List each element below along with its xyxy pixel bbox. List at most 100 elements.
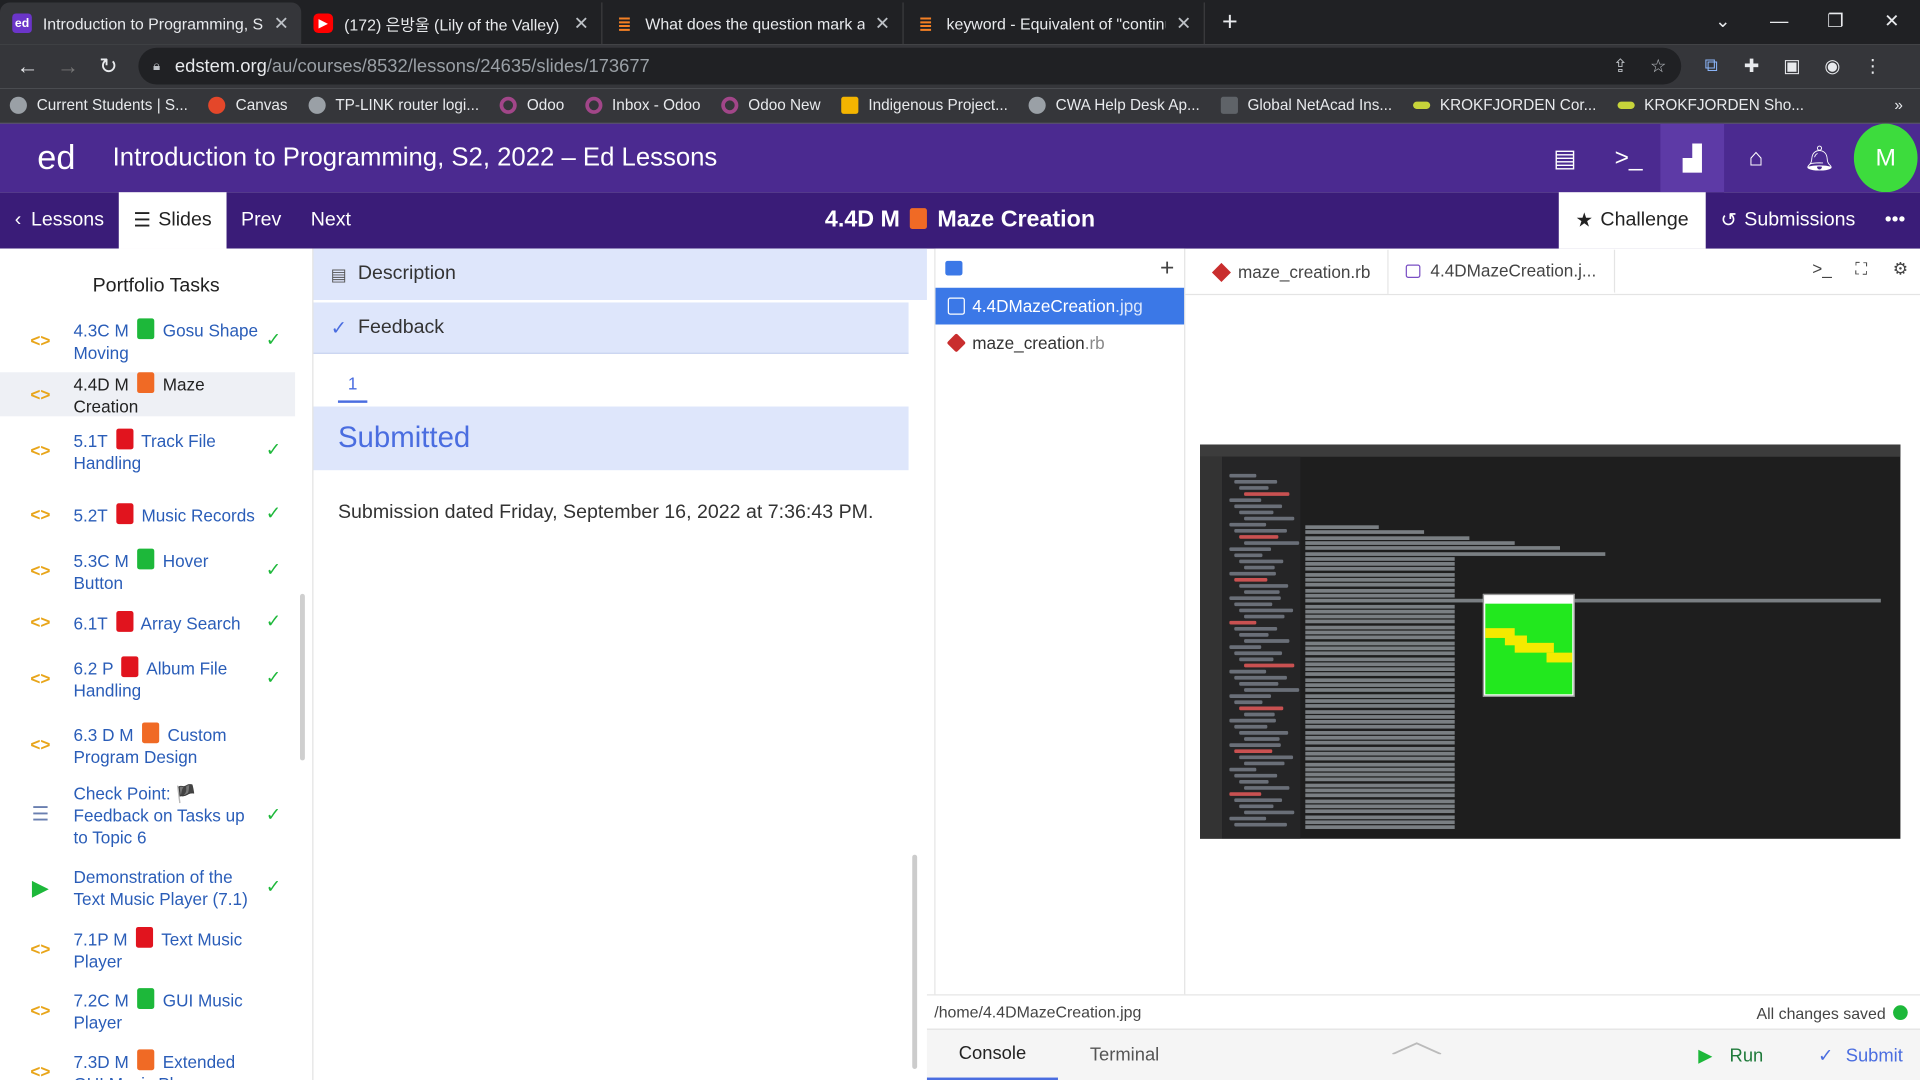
home-icon[interactable]: ⌂ [1724,124,1788,193]
close-tab-icon[interactable]: ✕ [875,12,890,34]
description-section[interactable]: ▤ Description [313,248,927,301]
page-tab[interactable]: 1 [337,373,368,403]
editor-tab-image[interactable]: 4.4DMazeCreation.j... [1388,249,1615,294]
file-item-image[interactable]: 4.4DMazeCreation .jpg [935,287,1185,325]
bookmark-star-icon[interactable]: ☆ [1650,55,1666,77]
sidebar-item[interactable]: <> 7.3D M Extended GUI Music Player [0,1047,295,1080]
share-icon[interactable]: ⇪ [1613,55,1628,77]
sidebar-item[interactable]: <> 7.2C M GUI Music Player [0,986,295,1035]
close-tab-icon[interactable]: ✕ [1176,12,1191,34]
terminal-icon[interactable]: >_ [1802,258,1841,278]
bookmark[interactable]: TP-LINK router logi... [308,96,479,114]
sidebar-item[interactable]: <> 6.3 D M Custom Program Design [0,720,295,769]
browser-tab[interactable]: ≣ What does the question mark at ✕ [602,2,904,45]
back-icon[interactable]: ← [7,53,47,79]
bookmark[interactable]: Indigenous Project... [841,96,1008,114]
file-tree-header: + [936,249,1185,288]
bookmark[interactable]: Global NetAcad Ins... [1220,96,1392,114]
fullscreen-icon[interactable]: ⛶ [1842,258,1881,279]
browser-tab[interactable]: ▶ (172) 은방울 (Lily of the Valley) ✕ [301,2,603,45]
green-book-icon [137,547,155,569]
bookmark[interactable]: Inbox - Odoo [585,96,701,114]
more-options-button[interactable]: ••• [1870,209,1920,231]
bookmarks-overflow-button[interactable]: » [1894,97,1903,114]
sidebar-item[interactable]: <> 5.3C M Hover Button ✓ [0,546,295,595]
panel-scrollbar[interactable] [912,854,918,1069]
sidebar-item[interactable]: <> 6.2 P Album File Handling ✓ [0,654,295,703]
run-button[interactable]: ▶ Run [1698,1030,1763,1080]
lessons-button[interactable]: ‹ Lessons [0,192,119,248]
bookmark[interactable]: Odoo [499,96,564,114]
add-file-icon[interactable]: + [1160,254,1174,282]
sidebar-item[interactable]: <> 6.1T Array Search ✓ [0,600,295,644]
lessons-icon[interactable]: ▟ [1660,123,1725,193]
submit-button[interactable]: ✓ Submit [1818,1030,1903,1080]
bookmark[interactable]: CWA Help Desk Ap... [1028,96,1200,114]
sidebar-item[interactable]: <> 4.3C M Gosu Shape Moving ✓ [0,316,295,365]
explorer-line [1234,504,1283,509]
explorer-line [1244,614,1285,619]
forward-icon[interactable]: → [48,53,88,79]
reload-icon[interactable]: ↻ [88,53,128,79]
side-panel-icon[interactable]: ▣ [1772,55,1812,77]
browser-tab[interactable]: ed Introduction to Programming, S2 ✕ [0,2,302,45]
bookmark[interactable]: KROKFJORDEN Cor... [1412,97,1596,114]
bookmark[interactable]: KROKFJORDEN Sho... [1617,97,1804,114]
close-tab-icon[interactable]: ✕ [574,12,589,34]
sidebar-item[interactable]: ▶ Demonstration of the Text Music Player … [0,863,295,912]
bookmark[interactable]: Odoo New [721,96,821,114]
green-book-icon [137,987,155,1009]
browser-tab[interactable]: ≣ keyword - Equivalent of "continu ✕ [904,2,1205,45]
sidebar-item[interactable]: <> 4.4D M Maze Creation [0,371,296,417]
browser-tab-strip: ed Introduction to Programming, S2 ✕ ▶ (… [0,0,1920,45]
console-tab[interactable]: Console [926,1029,1059,1080]
editor-tab-ruby[interactable]: maze_creation.rb [1198,249,1389,294]
notifications-bell-icon[interactable]: 🔔︎ [1788,124,1852,193]
minimize-icon[interactable]: — [1751,10,1807,31]
file-item-ruby[interactable]: maze_creation .rb [936,324,1185,361]
workspace-terminal-icon[interactable]: >_ [1597,124,1661,193]
user-menu[interactable]: M [1851,123,1920,193]
sidebar-scrollbar[interactable] [300,593,305,761]
bookmark[interactable]: Canvas [208,96,288,114]
explorer-line [1234,798,1283,803]
challenge-tab[interactable]: ★ Challenge [1558,192,1706,249]
terminal-line [1305,746,1455,751]
bookmark[interactable]: Current Students | S... [9,96,188,114]
next-button[interactable]: Next [296,192,366,248]
explorer-line [1234,577,1268,582]
checkmark-icon: ✓ [265,503,282,525]
prev-button[interactable]: Prev [226,192,296,248]
close-tab-icon[interactable]: ✕ [274,12,289,34]
new-tab-button[interactable]: + [1222,2,1238,44]
translate-icon[interactable]: ⧉ [1691,55,1731,77]
explorer-line [1229,645,1262,649]
sidebar-item[interactable]: <> 5.1T Track File Handling ✓ [0,426,295,475]
url-input[interactable]: 🔒︎ edstem.org/au/courses/8532/lessons/24… [138,47,1682,85]
settings-gear-icon[interactable]: ⚙ [1881,258,1920,279]
tab-search-icon[interactable]: ⌄ [1695,10,1751,32]
ed-logo[interactable]: ed [0,138,113,177]
feedback-section[interactable]: ✓ Feedback [313,302,909,354]
expand-panel-icon[interactable] [1392,1042,1442,1055]
discussion-icon[interactable]: ▤ [1533,124,1597,193]
extensions-puzzle-icon[interactable]: ✚ [1731,55,1771,77]
explorer-line [1229,620,1257,625]
submissions-tab[interactable]: ↺ Submissions [1706,208,1870,232]
restore-icon[interactable]: ❐ [1807,10,1863,32]
page-title: Introduction to Programming, S2, 2022 – … [112,143,718,172]
address-bar-row: ← → ↻ 🔒︎ edstem.org/au/courses/8532/less… [0,44,1920,89]
play-icon: ▶ [31,875,49,901]
profile-icon[interactable]: ◉ [1812,55,1852,77]
browser-menu-icon[interactable]: ⋮ [1853,55,1893,77]
slides-button[interactable]: ☰ Slides [118,192,227,249]
sidebar-item[interactable]: ☰ Check Point: 🏴 Feedback on Tasks up to … [0,781,295,850]
files-icon[interactable] [945,260,963,276]
editor-tabs: maze_creation.rb 4.4DMazeCreation.j... >… [1185,249,1920,296]
close-window-icon[interactable]: ✕ [1864,10,1920,32]
terminal-tab[interactable]: Terminal [1058,1029,1191,1080]
sidebar-item-label: Demonstration of the Text Music Player (… [73,866,258,910]
sidebar-item[interactable]: <> 7.1P M Text Music Player [0,924,295,973]
sidebar-item[interactable]: <> 5.2T Music Records ✓ [0,492,295,536]
checkmark-icon: ✓ [265,804,282,826]
